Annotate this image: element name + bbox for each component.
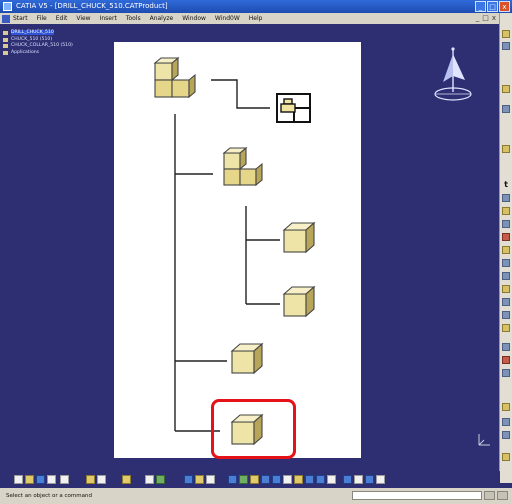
warning-tool-icon[interactable] — [502, 356, 510, 364]
menu-start[interactable]: Start — [13, 13, 28, 24]
fix-tool-icon[interactable] — [502, 233, 510, 241]
measure-tool-icon[interactable] — [502, 311, 510, 319]
menu-edit[interactable]: Edit — [56, 13, 68, 24]
contact-tool-icon[interactable] — [502, 207, 510, 215]
pattern-tool-icon[interactable] — [502, 369, 510, 377]
annotation-tool-icon[interactable] — [502, 431, 510, 439]
catia-app-icon — [3, 2, 12, 11]
component-tool-icon[interactable] — [502, 105, 510, 113]
part-cube-icon[interactable] — [230, 342, 264, 375]
title-bar: CATIA V5 - [DRILL_CHUCK_510.CATProduct] … — [0, 0, 512, 13]
command-cancel-button[interactable] — [497, 491, 508, 500]
open-file-icon[interactable] — [25, 475, 34, 484]
standard-toolbar — [0, 471, 500, 488]
zoom-in-icon[interactable] — [261, 475, 270, 484]
angle-tool-icon[interactable] — [502, 246, 510, 254]
rotate-icon[interactable] — [250, 475, 259, 484]
explode-tool-icon[interactable] — [502, 285, 510, 293]
clash-tool-icon[interactable] — [502, 298, 510, 306]
offset-tool-icon[interactable] — [502, 220, 510, 228]
catalog-browser-icon[interactable] — [184, 475, 193, 484]
swap-space-icon[interactable] — [327, 475, 336, 484]
document-window-controls: _ □ x — [476, 13, 496, 24]
window-controls: _ □ x — [475, 1, 510, 12]
maximize-button[interactable]: □ — [487, 1, 498, 12]
hide-show-icon[interactable] — [316, 475, 325, 484]
document-icon[interactable] — [2, 14, 10, 23]
text-tool-icon[interactable]: t — [502, 181, 510, 189]
minimize-button[interactable]: _ — [475, 1, 486, 12]
fit-all-icon[interactable] — [228, 475, 237, 484]
command-input[interactable] — [352, 491, 482, 500]
highlight-box — [211, 399, 296, 459]
product-tool-icon[interactable] — [502, 42, 510, 50]
whats-this-icon[interactable] — [122, 475, 131, 484]
cut-icon[interactable] — [60, 475, 69, 484]
measure-between-icon[interactable] — [354, 475, 363, 484]
print-icon[interactable] — [47, 475, 56, 484]
doc-close-button[interactable]: x — [492, 13, 496, 24]
zoom-out-icon[interactable] — [272, 475, 281, 484]
sub-assembly-icon[interactable] — [222, 146, 263, 187]
menu-window-alt[interactable]: Wind0W — [215, 13, 240, 24]
select-tool-icon[interactable] — [502, 30, 510, 38]
part-cube-icon[interactable] — [282, 285, 316, 318]
bill-of-material-icon[interactable] — [502, 453, 510, 461]
drawing-sheet-icon[interactable] — [276, 93, 311, 123]
status-bar: Select an object or a command — [0, 488, 512, 504]
doc-maximize-button[interactable]: □ — [482, 13, 489, 24]
axis-system-icon — [478, 434, 490, 446]
design-table-icon[interactable] — [195, 475, 204, 484]
applications-icon — [3, 50, 8, 55]
normal-view-icon[interactable] — [283, 475, 292, 484]
compass-icon[interactable] — [432, 46, 474, 106]
window-title: CATIA V5 - [DRILL_CHUCK_510.CATProduct] — [16, 2, 168, 10]
formula-icon[interactable] — [145, 475, 154, 484]
menu-insert[interactable]: Insert — [100, 13, 117, 24]
tree-item-applications[interactable]: Applications — [3, 50, 73, 57]
product-icon — [3, 37, 8, 42]
menu-help[interactable]: Help — [249, 13, 263, 24]
scene-tool-icon[interactable] — [502, 418, 510, 426]
specification-tree: DRILL_CHUCK_510 CHUCK_510 (510) CHUCK_CO… — [3, 30, 73, 56]
views-icon[interactable] — [294, 475, 303, 484]
manipulate-tool-icon[interactable] — [502, 259, 510, 267]
part-cube-icon[interactable] — [282, 221, 316, 254]
product-icon — [3, 44, 8, 48]
menu-window[interactable]: Window — [182, 13, 206, 24]
section-tool-icon[interactable] — [502, 324, 510, 332]
existing-component-icon[interactable] — [502, 145, 510, 153]
right-toolbar: t — [499, 13, 512, 483]
assembly-root-icon[interactable] — [153, 56, 196, 99]
command-ok-button[interactable] — [484, 491, 495, 500]
knowledge-icon[interactable] — [156, 475, 165, 484]
snap-tool-icon[interactable] — [502, 272, 510, 280]
new-file-icon[interactable] — [14, 475, 23, 484]
undo-icon[interactable] — [86, 475, 95, 484]
update-tool-icon[interactable] — [502, 343, 510, 351]
shading-icon[interactable] — [305, 475, 314, 484]
menu-bar: Start File Edit View Insert Tools Analyz… — [0, 13, 500, 24]
product-icon — [3, 31, 8, 35]
part-tool-icon[interactable] — [502, 85, 510, 93]
menu-tools[interactable]: Tools — [126, 13, 141, 24]
save-icon[interactable] — [36, 475, 45, 484]
close-button[interactable]: x — [499, 1, 510, 12]
fly-mode-icon[interactable] — [206, 475, 215, 484]
catia-window: CATIA V5 - [DRILL_CHUCK_510.CATProduct] … — [0, 0, 512, 504]
material-icon[interactable] — [343, 475, 352, 484]
measure-inertia-icon[interactable] — [376, 475, 385, 484]
constraint-tool-icon[interactable] — [502, 194, 510, 202]
menu-file[interactable]: File — [37, 13, 47, 24]
doc-minimize-button[interactable]: _ — [476, 13, 480, 24]
pan-icon[interactable] — [239, 475, 248, 484]
status-prompt: Select an object or a command — [6, 493, 92, 499]
product-structure-canvas — [114, 42, 361, 458]
measure-item-icon[interactable] — [365, 475, 374, 484]
redo-icon[interactable] — [97, 475, 106, 484]
menu-view[interactable]: View — [76, 13, 90, 24]
catalog-tool-icon[interactable] — [502, 403, 510, 411]
tree-diagram — [153, 56, 316, 446]
menu-analyze[interactable]: Analyze — [150, 13, 174, 24]
